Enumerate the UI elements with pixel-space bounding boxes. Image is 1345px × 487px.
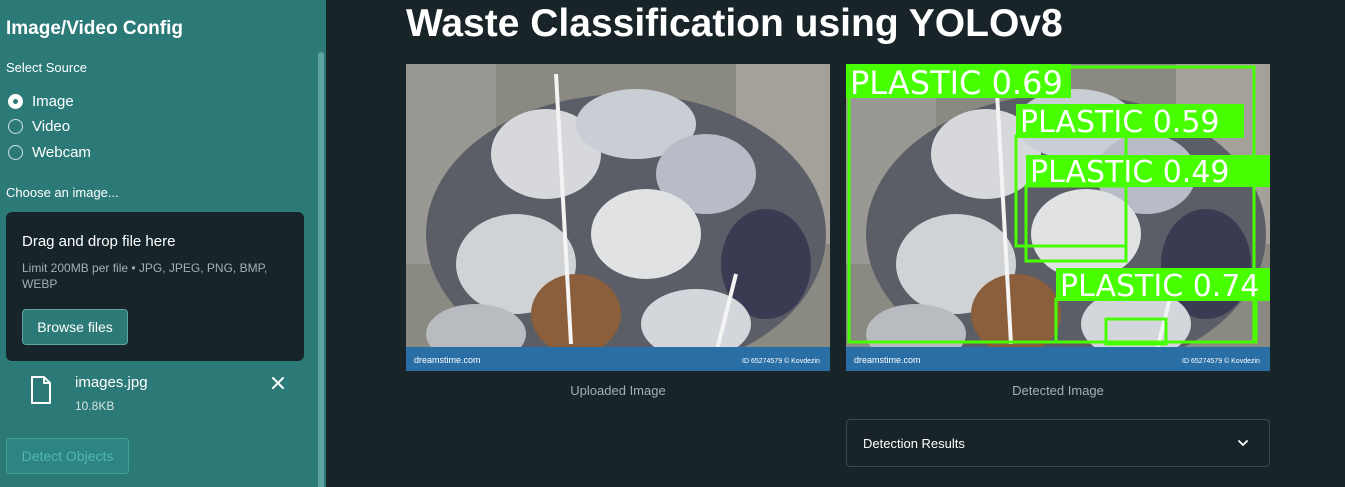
close-icon[interactable]: [270, 375, 286, 391]
app-window: Image/Video Config Select Source Image V…: [0, 0, 1345, 487]
browse-files-button[interactable]: Browse files: [22, 309, 128, 345]
uploaded-image: dreamstime.com ID 65274579 © Kovdezin: [406, 64, 830, 371]
detection-label: PLASTIC 0.69: [850, 64, 1063, 102]
radio-image[interactable]: Image: [8, 91, 74, 111]
file-icon: [31, 376, 51, 404]
choose-image-label: Choose an image...: [6, 185, 119, 200]
uploaded-watermark-right: ID 65274579 © Kovdezin: [742, 357, 820, 365]
detection-results-expander[interactable]: Detection Results: [846, 419, 1270, 467]
select-source-label: Select Source: [6, 60, 87, 75]
file-dropzone[interactable]: Drag and drop file here Limit 200MB per …: [6, 212, 304, 361]
detected-image-caption: Detected Image: [1012, 383, 1104, 398]
radio-image-label: Image: [32, 92, 74, 110]
detected-image: PLASTIC 0.69 PLASTIC 0.59 PLASTIC 0.49 P…: [846, 64, 1270, 371]
detection-label: PLASTIC 0.59: [1020, 105, 1220, 140]
detection-results-label: Detection Results: [863, 436, 965, 451]
detection-label: PLASTIC 0.74: [1060, 269, 1260, 304]
radio-video[interactable]: Video: [8, 116, 70, 136]
radio-video-label: Video: [32, 117, 71, 135]
radio-webcam[interactable]: Webcam: [8, 142, 91, 162]
sidebar-scrollbar[interactable]: [318, 52, 324, 487]
uploaded-file-name: images.jpg: [75, 374, 148, 391]
detected-watermark-left: dreamstime.com: [854, 355, 921, 365]
uploaded-watermark-left: dreamstime.com: [414, 355, 481, 365]
sidebar-title: Image/Video Config: [6, 18, 184, 39]
uploaded-image-caption: Uploaded Image: [570, 383, 666, 398]
detection-label: PLASTIC 0.49: [1030, 155, 1230, 190]
uploaded-image-graphic: dreamstime.com ID 65274579 © Kovdezin: [406, 64, 830, 371]
page-title: Waste Classification using YOLOv8: [406, 2, 1063, 45]
detected-watermark-right: ID 65274579 © Kovdezin: [1182, 357, 1260, 365]
detect-objects-button[interactable]: Detect Objects: [6, 438, 129, 474]
radio-checked-icon[interactable]: [8, 93, 23, 109]
dropzone-title: Drag and drop file here: [22, 233, 176, 250]
uploaded-file-size: 10.8KB: [75, 399, 115, 413]
chevron-down-icon[interactable]: [1237, 437, 1249, 449]
dropzone-hint: Limit 200MB per file • JPG, JPEG, PNG, B…: [22, 261, 268, 291]
radio-unchecked-icon[interactable]: [8, 118, 23, 134]
sidebar: Image/Video Config Select Source Image V…: [0, 0, 326, 487]
radio-webcam-label: Webcam: [32, 143, 91, 161]
radio-unchecked-icon[interactable]: [8, 144, 23, 160]
detected-image-graphic: PLASTIC 0.69 PLASTIC 0.59 PLASTIC 0.49 P…: [846, 64, 1270, 371]
